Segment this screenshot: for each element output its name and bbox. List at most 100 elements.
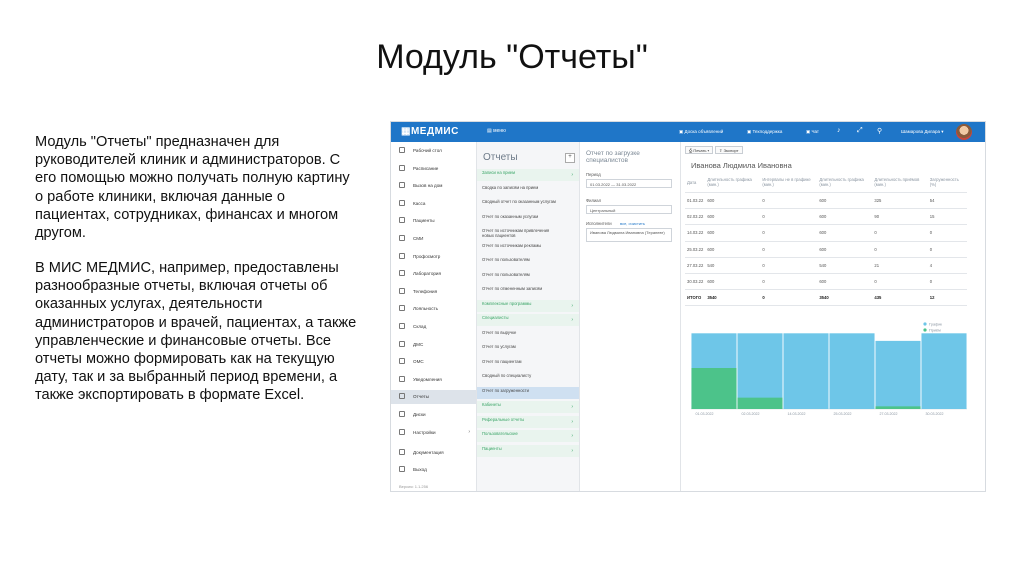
avatar[interactable]: [956, 124, 972, 140]
sidebar-item-label: Уведомления: [413, 376, 442, 382]
report-item[interactable]: Отчет по пользователям: [477, 271, 579, 283]
sidebar-item-1[interactable]: Расписание: [391, 162, 476, 176]
table-header[interactable]: Дата: [685, 172, 706, 193]
sidebar-item-12[interactable]: ОМС: [391, 355, 476, 369]
table-cell: 435: [872, 289, 928, 307]
table-cell: 0: [760, 208, 818, 226]
report-item[interactable]: Отчет по отмененным записям: [477, 285, 579, 297]
sidebar-item-4[interactable]: Пациенты: [391, 214, 476, 228]
report-group[interactable]: Комплексные программы ›: [477, 299, 579, 312]
table-total-row: ИТОГО 3540 0 3540 435 12: [685, 289, 967, 307]
executor-select[interactable]: Иванова Людмила Ивановна (Терапевт): [586, 228, 672, 242]
sidebar-item-14[interactable]: Отчеты: [391, 390, 476, 405]
sidebar-item-11[interactable]: ДМС: [391, 338, 476, 352]
chevron-icon: ›: [571, 433, 573, 439]
report-item[interactable]: Сводный отчет по оказанным услугам: [477, 198, 579, 210]
user-menu[interactable]: Шамарова Дилара ▾: [901, 129, 944, 135]
table-cell: 600: [817, 208, 873, 226]
sidebar-item-3[interactable]: Касса: [391, 197, 476, 211]
report-group[interactable]: Кабинеты ›: [477, 401, 579, 413]
report-item[interactable]: Отчет по пользователям: [477, 256, 579, 268]
sidebar-item-15[interactable]: Диски: [391, 408, 476, 422]
period-input[interactable]: 01.03.2022 — 31.03.2022: [586, 179, 672, 188]
location-icon[interactable]: ⚲: [877, 127, 882, 135]
report-item[interactable]: Сводка по записям на прием: [477, 184, 579, 196]
chevron-right-icon: ›: [468, 428, 470, 435]
export-button[interactable]: ⇪ Экспорт: [715, 146, 743, 154]
table-cell: 0: [760, 273, 818, 291]
x-tick-label: 01.03.2022: [695, 412, 713, 416]
table-cell: 600: [705, 273, 761, 291]
table-cell: 0: [760, 257, 818, 274]
report-group[interactable]: Пациенты ›: [477, 444, 579, 457]
report-group[interactable]: Записи на прием ›: [477, 169, 579, 181]
legend-marker: [923, 328, 927, 332]
doctor-name: Иванова Людмила Ивановна: [691, 161, 792, 170]
appointment-bar: [691, 368, 737, 409]
bell-icon[interactable]: ♪: [837, 127, 841, 134]
sidebar-item-5[interactable]: СМИ: [391, 232, 476, 246]
topbar-chat-link[interactable]: ▣ Чат: [806, 129, 819, 135]
schedule-bar: [783, 333, 829, 409]
sidebar-item-10[interactable]: Склад: [391, 320, 476, 334]
sidebar-item-13[interactable]: Уведомления: [391, 373, 476, 387]
sidebar-item-0[interactable]: Рабочий стол: [391, 144, 476, 158]
report-item-label: Пользовательские: [482, 431, 518, 436]
table-cell: 600: [817, 192, 873, 210]
sidebar-item-16[interactable]: Настройки ›: [391, 426, 476, 440]
report-item[interactable]: Отчет по источникам привлечения новых па…: [477, 227, 579, 239]
table-cell: 600: [817, 241, 873, 258]
report-item[interactable]: Отчет по загруженности: [477, 386, 579, 399]
table-cell: 540: [817, 257, 873, 274]
sidebar-item-bottom-0[interactable]: Документация: [391, 446, 476, 460]
table-cell: 0: [760, 192, 818, 210]
add-report-button[interactable]: +: [565, 153, 575, 163]
home-icon: [399, 182, 405, 189]
table-row: 02.03.22 600 0 600 90 15: [685, 208, 967, 226]
table-header[interactable]: Интервалы не в графике (мин.): [760, 172, 818, 193]
sidebar-item-bottom-1[interactable]: Выход: [391, 463, 476, 477]
sidebar-item-6[interactable]: Профосмотр: [391, 250, 476, 264]
report-item[interactable]: Отчет по пациентам: [477, 358, 579, 370]
sidebar-item-9[interactable]: Лояльность: [391, 302, 476, 316]
slide-title: Модуль "Отчеты": [376, 38, 648, 76]
print-button[interactable]: ⎙ Печать ▾: [685, 146, 714, 154]
report-group[interactable]: Пользовательские ›: [477, 430, 579, 442]
sidebar-item-7[interactable]: Лаборатория: [391, 267, 476, 281]
expand-icon[interactable]: ⤢: [857, 127, 863, 135]
table-header-row: Дата Длительность графика (мин.) Интервалы…: [685, 172, 967, 193]
table-cell: 21: [872, 257, 928, 274]
executor-clear-link[interactable]: все, очистить: [620, 221, 645, 226]
logout-icon: [399, 466, 405, 472]
sidebar: Рабочий стол Расписание Вызов на дом Касса П…: [391, 142, 477, 491]
table-cell: 600: [705, 224, 761, 242]
table-header[interactable]: Загруженность (%): [927, 172, 967, 193]
table-cell: 3540: [817, 289, 873, 307]
report-group[interactable]: Специалисты ›: [477, 314, 579, 326]
sidebar-item-label: Настройки: [413, 429, 436, 435]
table-header[interactable]: Длительность приёмов (мин.): [872, 172, 928, 193]
branch-label: Филиал: [586, 198, 602, 203]
branch-select[interactable]: Центральный: [586, 205, 672, 214]
reports-panel: Отчеты + Записи на прием › Сводка по запис…: [477, 142, 580, 491]
report-group[interactable]: Реферальные отчеты ›: [477, 415, 579, 428]
topbar-board-link[interactable]: ▣ Доска объявлений: [679, 129, 723, 135]
sidebar-item-label: Документация: [413, 450, 444, 455]
table-header[interactable]: Длительность графика (мин.): [817, 172, 873, 193]
menu-button[interactable]: ▤ меню: [487, 128, 506, 134]
topbar-support-link[interactable]: ▣ Техподдержка: [747, 129, 782, 135]
sidebar-item-8[interactable]: Телефония: [391, 285, 476, 299]
app-logo[interactable]: ▦МЕДМИС: [401, 126, 459, 137]
report-item[interactable]: Сводный по специалисту: [477, 372, 579, 384]
report-item[interactable]: Отчет по оказанным услугам: [477, 213, 579, 225]
sidebar-item-2[interactable]: Вызов на дом: [391, 179, 476, 193]
report-item[interactable]: Отчет по источникам рекламы: [477, 242, 579, 254]
insurance-icon: [399, 358, 405, 365]
table-header[interactable]: Длительность графика (мин.): [705, 172, 761, 193]
report-item[interactable]: Отчет по выручке: [477, 329, 579, 341]
report-item-label: Отчет по источникам привлечения новых па…: [482, 228, 550, 238]
sidebar-item-label: Пациенты: [413, 218, 435, 224]
sidebar-item-label: Касса: [413, 200, 426, 206]
report-item[interactable]: Отчет по услугам: [477, 343, 579, 355]
table-cell: ИТОГО: [685, 289, 706, 307]
